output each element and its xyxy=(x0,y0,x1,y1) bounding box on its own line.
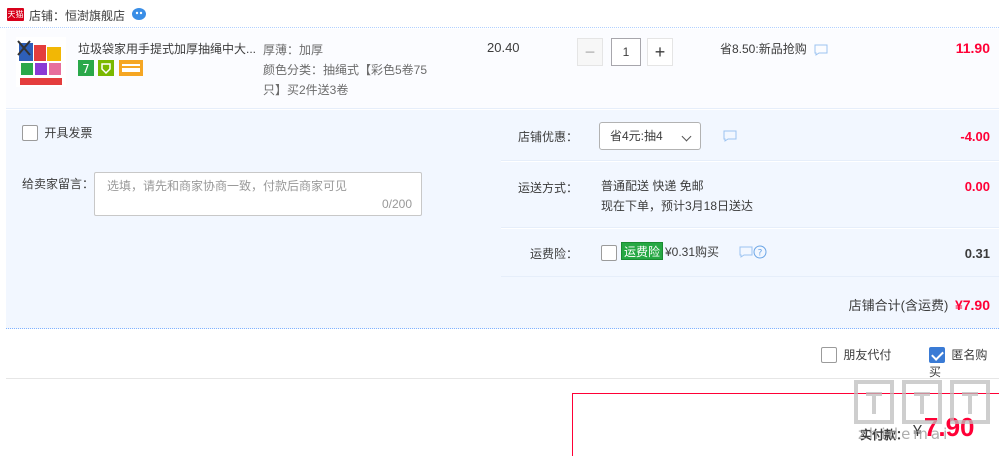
shipping-eta: 现在下单，预计3月18日送达 xyxy=(601,199,754,213)
shipping-row: 运送方式： 普通配送 快递 免邮 现在下单，预计3月18日送达 0.00 xyxy=(501,162,999,228)
promotion-text: 省8.50:新品抢购 xyxy=(720,42,807,56)
order-detail-panel: 开具发票 给卖家留言： 0/200 店铺优惠： 省4元:抽4 -4.00 运送方… xyxy=(6,110,999,329)
insurance-badge: 运费险 xyxy=(621,242,664,260)
memo-box: 0/200 xyxy=(94,172,422,216)
divider xyxy=(6,378,999,379)
shop-total-amount: ¥7.90 xyxy=(954,297,990,313)
credit-card-icon xyxy=(118,60,143,76)
memo-label: 给卖家留言： xyxy=(22,177,95,191)
right-panel: 店铺优惠： 省4元:抽4 -4.00 运送方式： 普通配送 快递 免邮 现在下单… xyxy=(501,110,999,277)
invoice-checkbox[interactable] xyxy=(22,124,38,141)
shipping-method: 普通配送 快递 免邮 xyxy=(601,179,704,193)
order-item-row: 垃圾袋家用手提式加厚抽绳中大... 7 厚薄：加厚 颜色分类：抽绳式【彩色5卷7… xyxy=(6,29,999,109)
anonymous-checkbox[interactable] xyxy=(929,346,945,363)
tmall-badge: 天猫 xyxy=(7,8,24,21)
friend-pay-checkbox[interactable] xyxy=(821,346,837,363)
insurance-chat-icon[interactable] xyxy=(739,246,753,258)
guarantee-icon xyxy=(98,60,115,76)
left-panel: 开具发票 给卖家留言： 0/200 xyxy=(6,110,501,277)
shop-total: 店铺合计(含运费) ¥7.90 xyxy=(849,295,990,314)
product-title[interactable]: 垃圾袋家用手提式加厚抽绳中大... xyxy=(78,40,258,57)
discount-label: 店铺优惠： xyxy=(517,130,578,144)
memo-input[interactable] xyxy=(107,179,407,193)
insurance-price: ¥0.31购买 xyxy=(665,245,720,259)
item-promotion: 省8.50:新品抢购 xyxy=(720,40,828,57)
chevron-down-icon xyxy=(681,131,692,142)
discount-select[interactable]: 省4元:抽4 xyxy=(599,122,701,150)
wangwang-chat-icon[interactable] xyxy=(131,7,147,21)
sku-color: 颜色分类：抽绳式【彩色5卷75只】买2件送3卷 xyxy=(263,63,428,97)
memo-char-count: 0/200 xyxy=(381,197,412,211)
sku-thickness: 厚薄：加厚 xyxy=(263,43,324,57)
friend-pay-option[interactable]: 朋友代付 xyxy=(821,346,892,363)
unit-price: 20.40 xyxy=(487,40,520,55)
promotion-info-icon[interactable] xyxy=(814,44,828,56)
insurance-label: 运费险： xyxy=(529,247,578,261)
product-thumbnail[interactable] xyxy=(16,37,66,87)
quantity-decrease-button[interactable]: − xyxy=(577,38,603,66)
discount-info-icon[interactable] xyxy=(723,130,737,142)
quantity-stepper: − + xyxy=(577,38,673,66)
seven-day-return-icon: 7 xyxy=(78,60,94,76)
insurance-row: 运费险： 运费险 ¥0.31购买 ? 0.31 xyxy=(501,229,999,277)
invoice-label: 开具发票 xyxy=(44,126,93,140)
shop-header: 天猫 店铺：恒澍旗舰店 xyxy=(0,0,999,28)
watermark-text: zhidemai xyxy=(858,425,951,443)
shop-name[interactable]: 店铺：恒澍旗舰店 xyxy=(29,7,125,24)
item-subtotal: 11.90 xyxy=(955,40,990,56)
shipping-label: 运送方式： xyxy=(517,181,578,195)
help-icon[interactable]: ? xyxy=(753,245,767,259)
insurance-amount: 0.31 xyxy=(964,246,990,261)
shipping-amount: 0.00 xyxy=(964,179,990,194)
shipping-info: 普通配送 快递 免邮 现在下单，预计3月18日送达 xyxy=(601,176,753,216)
quantity-input[interactable] xyxy=(611,38,641,66)
quantity-increase-button[interactable]: + xyxy=(647,38,673,66)
discount-selected: 省4元:抽4 xyxy=(610,129,663,143)
shop-total-label: 店铺合计(含运费) xyxy=(848,298,949,313)
invoice-option[interactable]: 开具发票 xyxy=(22,124,93,141)
svg-text:?: ? xyxy=(758,249,763,259)
sku-info: 厚薄：加厚 颜色分类：抽绳式【彩色5卷75只】买2件送3卷 xyxy=(263,40,443,100)
friend-pay-label: 朋友代付 xyxy=(843,348,892,362)
anonymous-option[interactable]: 匿名购买 xyxy=(929,346,999,379)
insurance-checkbox[interactable] xyxy=(601,245,617,261)
discount-row: 店铺优惠： 省4元:抽4 -4.00 xyxy=(501,110,999,161)
svg-text:7: 7 xyxy=(82,62,90,76)
service-icons: 7 xyxy=(78,60,144,76)
discount-amount: -4.00 xyxy=(960,129,990,144)
